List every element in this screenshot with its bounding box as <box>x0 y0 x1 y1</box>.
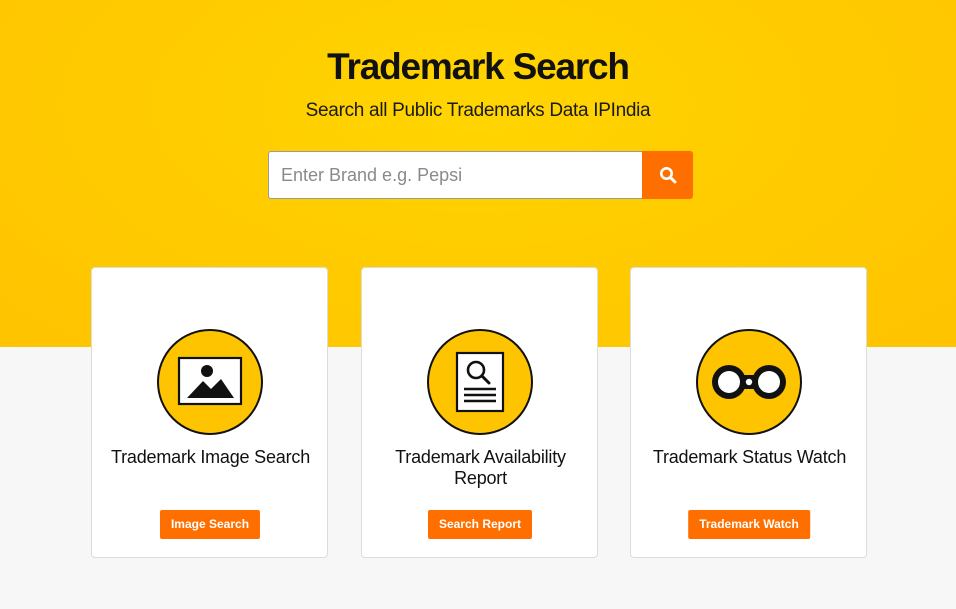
image-icon <box>177 356 243 406</box>
availability-report-icon-badge <box>427 329 533 435</box>
card-title: Trademark Availability Report <box>395 447 566 488</box>
page-subtitle: Search all Public Trademarks Data IPIndi… <box>305 100 651 121</box>
availability-report-card: Trademark Availability Report Search Rep… <box>361 267 598 558</box>
status-watch-card: Trademark Status Watch Trademark Watch <box>630 267 867 558</box>
document-search-icon <box>455 351 505 413</box>
search-button[interactable] <box>642 151 693 199</box>
brand-search-input[interactable] <box>268 151 642 199</box>
binoculars-icon <box>712 365 786 399</box>
search-icon <box>659 167 676 184</box>
status-watch-icon-badge <box>696 329 802 435</box>
search-report-button[interactable]: Search Report <box>427 510 533 539</box>
page-title: Trademark Search <box>327 46 630 87</box>
image-search-card: Trademark Image Search Image Search <box>91 267 328 558</box>
image-search-icon-badge <box>157 329 263 435</box>
card-title: Trademark Image Search <box>110 447 310 467</box>
card-title: Trademark Status Watch <box>652 447 847 467</box>
image-search-button[interactable]: Image Search <box>159 510 261 539</box>
trademark-watch-button[interactable]: Trademark Watch <box>688 510 810 539</box>
search-bar <box>268 151 693 199</box>
